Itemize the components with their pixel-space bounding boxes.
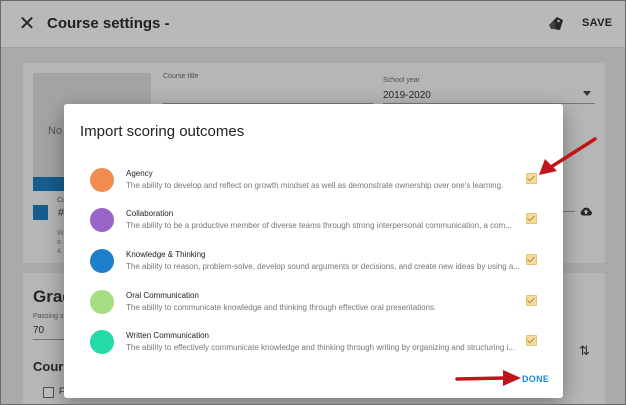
- outcome-row-knowledge-thinking[interactable]: Knowledge & Thinking The ability to reas…: [64, 249, 563, 289]
- outcome-description: The ability to communicate knowledge and…: [126, 303, 437, 312]
- outcome-color-dot: [90, 168, 114, 192]
- outcome-description: The ability to be a productive member of…: [126, 221, 512, 230]
- outcome-checkbox[interactable]: [526, 295, 537, 306]
- import-outcomes-dialog: Import scoring outcomes Agency The abili…: [64, 104, 563, 398]
- outcome-description: The ability to develop and reflect on gr…: [126, 181, 504, 190]
- outcome-name: Oral Communication: [126, 291, 199, 300]
- annotation-arrow-icon: [455, 370, 521, 386]
- outcome-name: Written Communication: [126, 331, 209, 340]
- outcome-color-dot: [90, 290, 114, 314]
- outcome-name: Collaboration: [126, 209, 174, 218]
- annotation-arrow-icon: [539, 137, 597, 175]
- outcome-checkbox[interactable]: [526, 335, 537, 346]
- outcome-color-dot: [90, 330, 114, 354]
- app-frame: ✕ Course settings - SAVE No Course title…: [0, 0, 626, 405]
- outcome-checkbox[interactable]: [526, 254, 537, 265]
- outcome-color-dot: [90, 208, 114, 232]
- outcome-row-agency[interactable]: Agency The ability to develop and reflec…: [64, 168, 563, 208]
- outcome-checkbox[interactable]: [526, 213, 537, 224]
- outcome-description: The ability to effectively communicate k…: [126, 343, 515, 352]
- dialog-title: Import scoring outcomes: [80, 123, 245, 140]
- outcome-row-written-communication[interactable]: Written Communication The ability to eff…: [64, 330, 563, 370]
- outcome-color-dot: [90, 249, 114, 273]
- outcome-description: The ability to reason, problem-solve, de…: [126, 262, 520, 271]
- outcome-name: Agency: [126, 169, 153, 178]
- done-button[interactable]: DONE: [522, 374, 549, 384]
- outcome-row-collaboration[interactable]: Collaboration The ability to be a produc…: [64, 208, 563, 248]
- outcome-row-oral-communication[interactable]: Oral Communication The ability to commun…: [64, 290, 563, 330]
- outcome-name: Knowledge & Thinking: [126, 250, 206, 259]
